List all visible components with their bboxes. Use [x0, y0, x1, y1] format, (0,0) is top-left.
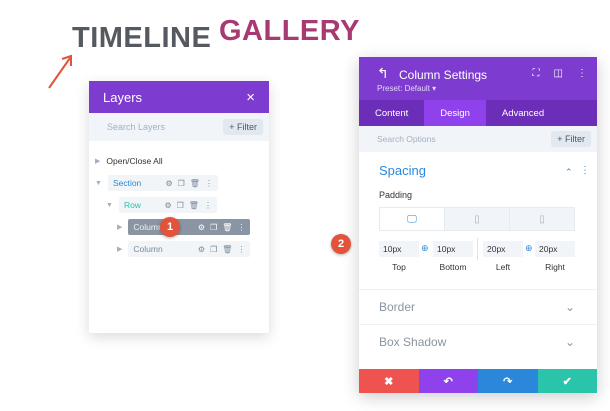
padding-left-label: Left [495, 262, 511, 272]
gear-icon[interactable]: ⚙ [198, 223, 205, 232]
discard-button[interactable]: ✖ [359, 369, 419, 393]
preset-dropdown[interactable]: Preset: Default ▾ [377, 84, 436, 93]
more-icon[interactable]: ⋮ [205, 179, 213, 188]
padding-divider [477, 238, 478, 260]
options-search-bar: Search Options + Filter [359, 126, 597, 152]
caret-down-icon[interactable]: ▼ [95, 180, 102, 187]
more-icon[interactable]: ⋮ [237, 223, 245, 232]
trash-icon[interactable]: 🗑 [190, 179, 200, 188]
layers-search-bar: Search Layers + Filter [89, 113, 269, 141]
settings-header: ↰ Column Settings Preset: Default ▾ ⛶ ◫ … [359, 57, 597, 100]
more-icon[interactable]: ⋮ [237, 245, 245, 254]
gear-icon[interactable]: ⚙ [164, 201, 171, 210]
phone-icon[interactable]: ▯ [510, 208, 574, 230]
arrow-icon [48, 54, 72, 89]
layers-title: Layers [103, 89, 143, 105]
duplicate-icon[interactable]: ❐ [210, 245, 217, 254]
save-button[interactable]: ✔ [537, 369, 597, 393]
gear-icon[interactable]: ⚙ [198, 245, 205, 254]
padding-bottom-input[interactable]: 10px [433, 241, 473, 257]
padding-right-label: Right [545, 262, 565, 272]
tab-design[interactable]: Design [424, 100, 486, 126]
redo-button[interactable]: ↷ [478, 369, 538, 393]
chevron-down-icon: ⌄ [564, 299, 575, 314]
column-settings-modal: ↰ Column Settings Preset: Default ▾ ⛶ ◫ … [359, 57, 597, 393]
more-icon[interactable]: ⋮ [577, 68, 587, 79]
border-section[interactable]: Border ⌄ [359, 289, 597, 323]
step-badge-1: 1 [160, 217, 180, 237]
layer-section[interactable]: Section ⚙ ❐ 🗑 ⋮ [107, 175, 218, 191]
split-view-icon[interactable]: ◫ [554, 68, 563, 79]
link-icon[interactable]: ⊕ [525, 243, 533, 254]
layers-header: Layers × [89, 81, 269, 113]
link-icon[interactable]: ⊕ [421, 243, 429, 254]
options-search-input[interactable]: Search Options [377, 134, 436, 144]
layers-filter-button[interactable]: + Filter [223, 119, 263, 135]
back-icon[interactable]: ↰ [377, 65, 389, 82]
box-shadow-section[interactable]: Box Shadow ⌄ [359, 324, 597, 358]
tab-advanced[interactable]: Advanced [486, 100, 560, 126]
device-switcher: 🖵 ▯ ▯ [379, 207, 575, 231]
layer-column[interactable]: Column ⚙ ❐ 🗑 ⋮ [128, 241, 251, 257]
tree-row-section: ▼ Section ⚙ ❐ 🗑 ⋮ [95, 175, 218, 191]
trash-icon[interactable]: 🗑 [189, 201, 199, 210]
border-label: Border [379, 299, 416, 314]
headline-timeline: TIMELINE [72, 22, 212, 54]
settings-title: Column Settings [399, 68, 488, 82]
layer-column-label: Column [133, 244, 163, 254]
desktop-icon[interactable]: 🖵 [380, 208, 445, 230]
options-filter-button[interactable]: + Filter [551, 131, 591, 147]
tree-row-column-1: ▶ Column ⚙ ❐ 🗑 ⋮ [117, 219, 251, 235]
layer-row-label: Row [123, 200, 141, 210]
padding-label: Padding [379, 190, 413, 200]
open-close-all-row[interactable]: ▶ Open/Close All [95, 153, 163, 169]
caret-down-icon[interactable]: ▼ [106, 202, 113, 209]
tab-content[interactable]: Content [359, 100, 424, 126]
layer-row[interactable]: Row ⚙ ❐ 🗑 ⋮ [118, 197, 217, 213]
caret-right-icon[interactable]: ▶ [117, 223, 122, 231]
headline-gallery: GALLERY [219, 15, 360, 47]
settings-footer: ✖ ↶ ↷ ✔ [359, 369, 597, 393]
tree-row-row: ▼ Row ⚙ ❐ 🗑 ⋮ [106, 197, 217, 213]
padding-bottom-label: Bottom [439, 262, 467, 272]
more-icon[interactable]: ⋮ [580, 165, 590, 176]
padding-right-input[interactable]: 20px [535, 241, 575, 257]
duplicate-icon[interactable]: ❐ [178, 179, 185, 188]
trash-icon[interactable]: 🗑 [222, 245, 232, 254]
step-badge-2: 2 [331, 234, 351, 254]
layer-column-active[interactable]: Column ⚙ ❐ 🗑 ⋮ [128, 219, 251, 235]
layer-section-label: Section [112, 178, 142, 188]
caret-right-icon: ▶ [95, 158, 101, 165]
caret-right-icon[interactable]: ▶ [117, 245, 122, 253]
layers-panel: Layers × Search Layers + Filter ▶ Open/C… [89, 81, 269, 333]
box-shadow-label: Box Shadow [379, 334, 447, 349]
padding-top-input[interactable]: 10px [379, 241, 419, 257]
duplicate-icon[interactable]: ❐ [177, 201, 184, 210]
layers-search-input[interactable]: Search Layers [107, 122, 165, 132]
duplicate-icon[interactable]: ❐ [210, 223, 217, 232]
tree-row-column-2: ▶ Column ⚙ ❐ 🗑 ⋮ [117, 241, 251, 257]
spacing-title[interactable]: Spacing [379, 163, 426, 178]
tablet-icon[interactable]: ▯ [445, 208, 510, 230]
chevron-up-icon[interactable]: ⌃ [565, 167, 573, 178]
close-icon[interactable]: × [246, 89, 255, 106]
undo-button[interactable]: ↶ [418, 369, 478, 393]
padding-top-label: Top [392, 262, 406, 272]
settings-tabs: Content Design Advanced [359, 100, 597, 126]
chevron-down-icon: ⌄ [564, 334, 575, 349]
gear-icon[interactable]: ⚙ [165, 179, 172, 188]
trash-icon[interactable]: 🗑 [222, 223, 232, 232]
open-close-all-label: Open/Close All [106, 156, 163, 166]
padding-left-input[interactable]: 20px [483, 241, 523, 257]
expand-icon[interactable]: ⛶ [533, 68, 540, 79]
more-icon[interactable]: ⋮ [204, 201, 212, 210]
